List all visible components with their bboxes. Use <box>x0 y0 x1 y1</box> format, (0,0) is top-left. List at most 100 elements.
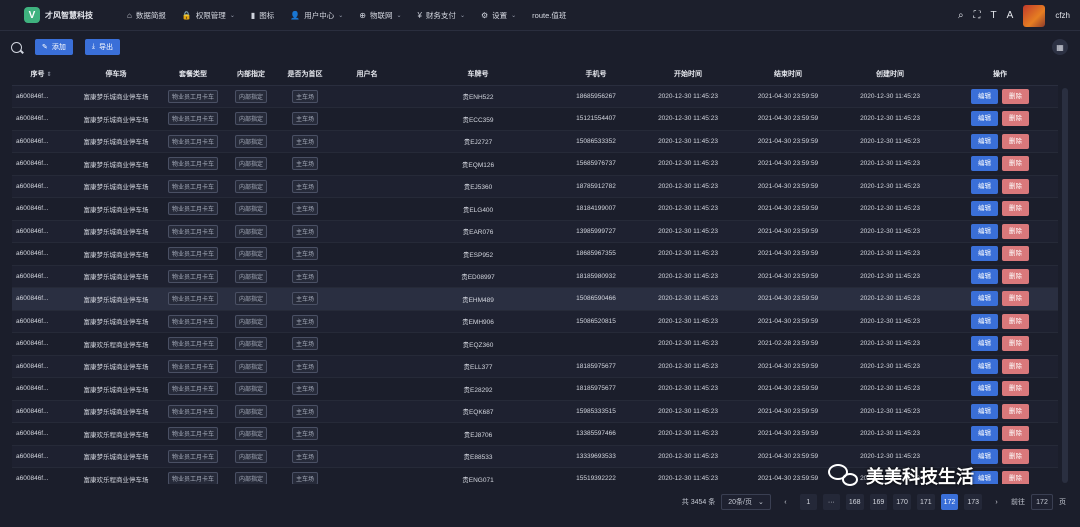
cell-parking-lot: 富康梦乐城商业停车场 <box>70 242 162 266</box>
column-header-0[interactable]: 序号 ⇕ <box>12 64 70 86</box>
edit-button[interactable]: 编辑 <box>971 88 998 104</box>
edit-button[interactable]: 编辑 <box>971 156 998 172</box>
cell-username <box>332 445 402 468</box>
edit-button[interactable]: 编辑 <box>971 381 998 397</box>
delete-button[interactable]: 删除 <box>1002 268 1029 284</box>
delete-button[interactable]: 删除 <box>1002 471 1029 484</box>
translate-icon[interactable]: A <box>1007 10 1014 21</box>
cell-id: a600846f... <box>12 220 70 243</box>
table-row[interactable]: a600846f... 富康梦乐城商业停车场 物业员工月卡车 内部指定 主车场 贵ELL3… <box>12 355 1058 378</box>
table-row[interactable]: a600846f... 富康欢乐程商业停车场 物业员工月卡车 内部指定 主车场 贵EJ87… <box>12 422 1058 446</box>
internal-tag: 内部指定 <box>234 112 267 126</box>
grid-menu-icon[interactable]: ▦ <box>1052 39 1068 55</box>
edit-button[interactable]: 编辑 <box>971 336 998 352</box>
table-row[interactable]: a600846f... 富康梦乐城商业停车场 物业员工月卡车 内部指定 主车场 贵ECC3… <box>12 107 1058 131</box>
prev-page-button[interactable]: ‹ <box>777 494 794 510</box>
edit-button[interactable]: 编辑 <box>971 111 998 127</box>
table-row[interactable]: a600846f... 富康梦乐城商业停车场 物业员工月卡车 内部指定 主车场 贵EQK6… <box>12 400 1058 423</box>
edit-button[interactable]: 编辑 <box>971 223 998 239</box>
page-169[interactable]: 169 <box>869 494 888 510</box>
delete-button[interactable]: 删除 <box>1002 178 1029 194</box>
download-icon: ⤓ <box>91 43 95 50</box>
search-icon[interactable]: ⌕ <box>958 10 964 21</box>
table-row[interactable]: a600846f... 富康梦乐城商业停车场 物业员工月卡车 内部指定 主车场 贵ELG4… <box>12 197 1058 221</box>
cell-actions: 编辑 删除 <box>942 242 1058 266</box>
edit-button[interactable]: 编辑 <box>971 471 998 484</box>
edit-button[interactable]: 编辑 <box>971 133 998 149</box>
cell-end-time: 2021-04-30 23:59:59 <box>738 310 838 333</box>
cell-primary: 主车场 <box>278 130 332 153</box>
nav-item-7[interactable]: route.值班 <box>532 0 566 30</box>
delete-button[interactable]: 删除 <box>1002 448 1029 464</box>
nav-item-3[interactable]: 👤 用户中心 ⌄ <box>290 0 343 30</box>
table-row[interactable]: a600846f... 富康梦乐城商业停车场 物业员工月卡车 内部指定 主车场 贵EJ53… <box>12 175 1058 198</box>
edit-button[interactable]: 编辑 <box>971 358 998 374</box>
page-ellipsis[interactable]: ··· <box>822 494 840 510</box>
delete-button[interactable]: 删除 <box>1002 111 1029 127</box>
avatar[interactable] <box>1023 4 1046 27</box>
delete-button[interactable]: 删除 <box>1002 88 1029 104</box>
edit-button[interactable]: 编辑 <box>971 448 998 464</box>
edit-button[interactable]: 编辑 <box>971 246 998 262</box>
page-168[interactable]: 168 <box>845 494 864 510</box>
cell-id: a600846f... <box>12 197 70 221</box>
cell-parking-lot: 富康梦乐城商业停车场 <box>70 85 162 108</box>
edit-button[interactable]: 编辑 <box>971 291 998 307</box>
cell-end-time: 2021-04-30 23:59:59 <box>738 152 838 176</box>
nav-item-0[interactable]: ⌂ 数据简报 <box>127 0 166 30</box>
nav-item-2[interactable]: ▮ 图标 <box>251 0 274 30</box>
table-row[interactable]: a600846f... 富康梦乐城商业停车场 物业员工月卡车 内部指定 主车场 贵ENH5… <box>12 85 1058 108</box>
goto-page-input[interactable] <box>1031 494 1053 510</box>
primary-tag: 主车场 <box>291 404 318 418</box>
delete-button[interactable]: 删除 <box>1002 313 1029 329</box>
delete-button[interactable]: 删除 <box>1002 291 1029 307</box>
edit-button[interactable]: 编辑 <box>971 403 998 419</box>
page-170[interactable]: 170 <box>893 494 911 510</box>
username[interactable]: cfzh <box>1055 11 1070 20</box>
edit-button[interactable]: 编辑 <box>971 426 998 442</box>
page-171[interactable]: 171 <box>916 494 935 510</box>
delete-button[interactable]: 删除 <box>1002 336 1029 352</box>
delete-button[interactable]: 删除 <box>1002 403 1029 419</box>
table-row[interactable]: a600846f... 富康梦乐城商业停车场 物业员工月卡车 内部指定 主车场 贵E282… <box>12 377 1058 401</box>
table-row[interactable]: a600846f... 富康梦乐城商业停车场 物业员工月卡车 内部指定 主车场 贵EMH9… <box>12 310 1058 333</box>
edit-button[interactable]: 编辑 <box>971 268 998 284</box>
table-row[interactable]: a600846f... 富康梦乐城商业停车场 物业员工月卡车 内部指定 主车场 贵ED08… <box>12 265 1058 288</box>
vertical-scrollbar[interactable] <box>1062 88 1068 483</box>
delete-button[interactable]: 删除 <box>1002 133 1029 149</box>
fullscreen-icon[interactable]: ⛶ <box>974 10 981 21</box>
page-172[interactable]: 172 <box>940 494 959 510</box>
delete-button[interactable]: 删除 <box>1002 381 1029 397</box>
delete-button[interactable]: 删除 <box>1002 201 1029 217</box>
page-1[interactable]: 1 <box>799 494 817 510</box>
table-row[interactable]: a600846f... 富康梦乐城商业停车场 物业员工月卡车 内部指定 主车场 贵EHM4… <box>12 287 1058 311</box>
sort-icon[interactable]: ⇕ <box>46 72 51 78</box>
edit-button[interactable]: 编辑 <box>971 201 998 217</box>
next-page-button[interactable]: › <box>988 494 1005 510</box>
nav-item-5[interactable]: ¥ 财务支付 ⌄ <box>417 0 464 30</box>
delete-button[interactable]: 删除 <box>1002 358 1029 374</box>
export-button[interactable]: ⤓ 导出 <box>84 39 120 55</box>
nav-item-1[interactable]: 🔒 权限管理 ⌄ <box>182 0 235 30</box>
nav-item-6[interactable]: ⚙ 设置 ⌄ <box>481 0 516 30</box>
column-header-label: 创建时间 <box>876 71 904 79</box>
page-size-select[interactable]: 20条/页 ⌄ <box>721 494 771 510</box>
table-row[interactable]: a600846f... 富康欢乐程商业停车场 物业员工月卡车 内部指定 主车场 贵EQZ3… <box>12 332 1058 356</box>
page-173[interactable]: 173 <box>964 494 982 510</box>
delete-button[interactable]: 删除 <box>1002 246 1029 262</box>
nav-item-4[interactable]: ⊕ 物联网 ⌄ <box>359 0 401 30</box>
delete-button[interactable]: 删除 <box>1002 223 1029 239</box>
search-toggle-icon[interactable] <box>11 41 22 53</box>
edit-button[interactable]: 编辑 <box>971 178 998 194</box>
logo-icon[interactable]: V <box>24 7 40 23</box>
table-row[interactable]: a600846f... 富康梦乐城商业停车场 物业员工月卡车 内部指定 主车场 贵ESP9… <box>12 242 1058 266</box>
cell-created-time: 2020-12-30 11:45:23 <box>838 287 942 311</box>
edit-button[interactable]: 编辑 <box>971 313 998 329</box>
delete-button[interactable]: 删除 <box>1002 426 1029 442</box>
table-row[interactable]: a600846f... 富康梦乐城商业停车场 物业员工月卡车 内部指定 主车场 贵EJ27… <box>12 130 1058 153</box>
delete-button[interactable]: 删除 <box>1002 156 1029 172</box>
table-row[interactable]: a600846f... 富康梦乐城商业停车场 物业员工月卡车 内部指定 主车场 贵EQM1… <box>12 152 1058 176</box>
table-row[interactable]: a600846f... 富康梦乐城商业停车场 物业员工月卡车 内部指定 主车场 贵EAR0… <box>12 220 1058 243</box>
add-button[interactable]: ✎ 添加 <box>35 39 73 55</box>
font-size-icon[interactable]: T <box>991 10 997 21</box>
